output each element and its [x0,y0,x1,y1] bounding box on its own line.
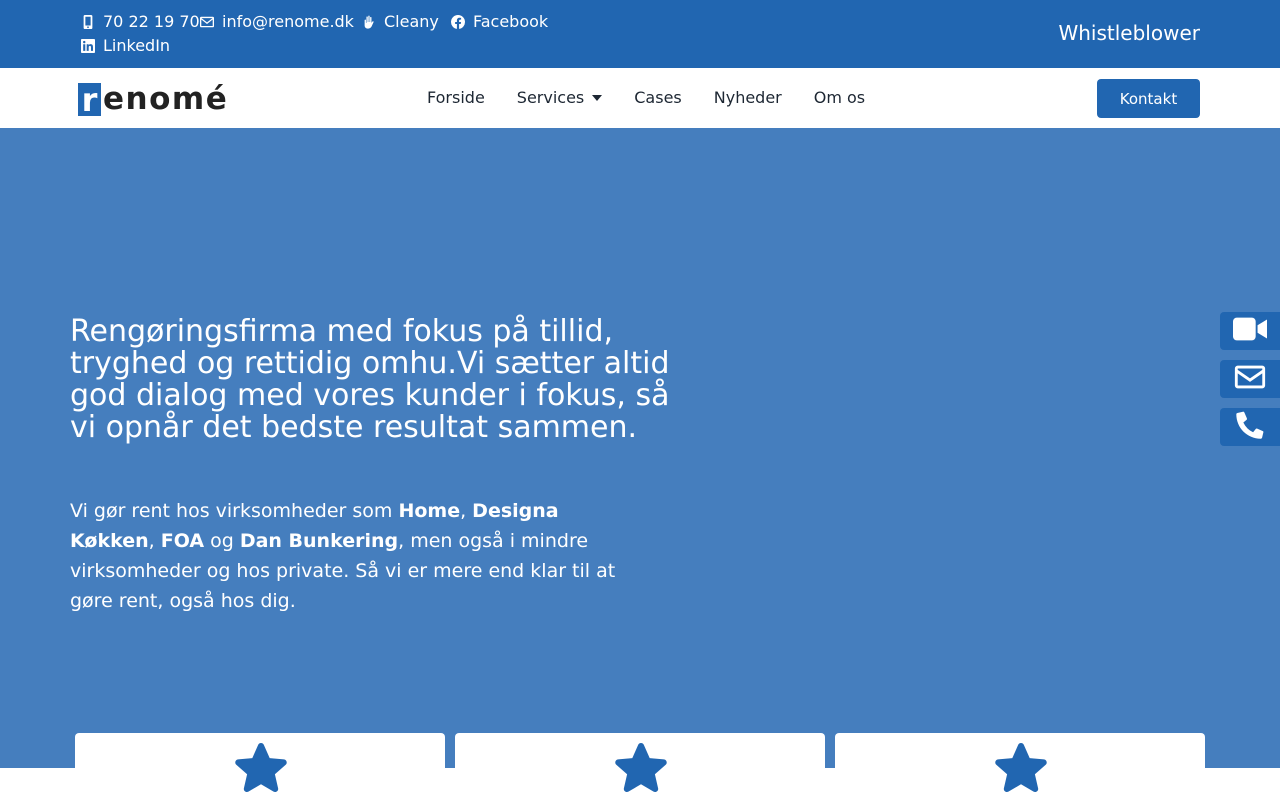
phone-link[interactable]: 70 22 19 70 [80,12,200,32]
desc-text-1: Vi gør rent hos virksomheder som [70,500,399,522]
star-icon [613,741,669,795]
email-label: info@renome.dk [222,12,354,31]
hero-description: Vi gør rent hos virksomheder som Home, D… [70,496,645,616]
feature-card [835,733,1205,800]
feature-card [75,733,445,800]
client-dan-bunkering: Dan Bunkering [239,530,399,552]
whistleblower-link[interactable]: Whistleblower [1058,21,1200,45]
nav-item-services[interactable]: Services [516,88,603,107]
client-home: Home [398,500,461,522]
hands-icon [361,14,377,30]
nav-item-om-os[interactable]: Om os [814,88,865,107]
video-camera-icon [1233,314,1267,348]
main-navbar: r enomé Forside Services Cases Nyheder O… [0,68,1280,128]
nav-item-cases[interactable]: Cases [634,88,682,107]
feature-card [455,733,825,800]
hero-headline: Rengøringsfirma med fokus på tillid, try… [70,314,670,445]
facebook-icon [450,14,466,30]
star-icon [233,741,289,795]
client-foa: FOA [160,530,205,552]
cleany-label: Cleany [384,12,439,31]
hero-section: Rengøringsfirma med fokus på tillid, try… [0,128,1280,768]
kontakt-button[interactable]: Kontakt [1097,79,1200,118]
desc-text-3: , [148,530,161,552]
email-link[interactable]: info@renome.dk [199,12,354,32]
facebook-label: Facebook [473,12,549,31]
phone-side-button[interactable] [1220,408,1280,446]
facebook-link[interactable]: Facebook [450,12,548,32]
phone-label: 70 22 19 70 [103,12,200,31]
star-icon [993,741,1049,795]
primary-nav: Forside Services Cases Nyheder Om os [427,88,865,107]
mobile-phone-icon [80,14,96,30]
nav-item-forside[interactable]: Forside [427,88,485,107]
email-side-button[interactable] [1220,360,1280,398]
envelope-icon [1233,362,1267,396]
envelope-icon [199,14,215,30]
linkedin-link[interactable]: LinkedIn [80,36,170,56]
desc-text-4: og [204,530,240,552]
nav-item-nyheder[interactable]: Nyheder [714,88,782,107]
video-call-button[interactable] [1220,312,1280,350]
renome-logo[interactable]: r enomé [78,82,228,116]
linkedin-label: LinkedIn [103,36,171,55]
logo-letter-box: r [78,82,101,116]
phone-icon [1233,410,1267,444]
caret-down-icon [592,94,603,101]
logo-wordmark: enomé [103,81,229,117]
nav-item-services-label: Services [516,88,585,107]
cleany-link[interactable]: Cleany [361,12,439,32]
desc-text-2: , [460,500,473,522]
top-contact-bar: 70 22 19 70 info@renome.dk Cleany Facebo… [0,0,1280,68]
linkedin-icon [80,38,96,54]
